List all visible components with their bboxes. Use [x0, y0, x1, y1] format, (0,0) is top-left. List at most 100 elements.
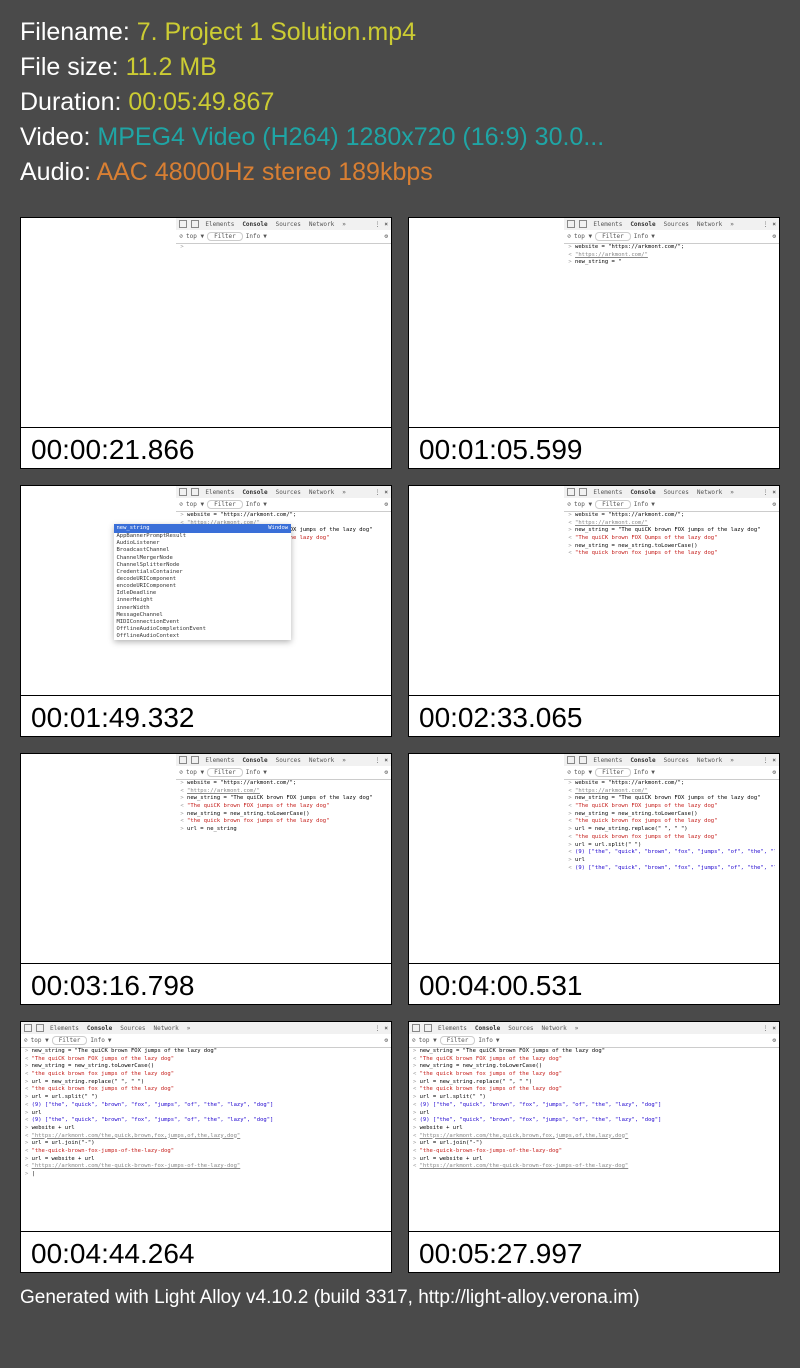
menu-icon[interactable]: ⋮: [374, 757, 380, 764]
tab-console[interactable]: Console: [240, 489, 269, 496]
level-caret-icon[interactable]: ▼: [263, 769, 267, 776]
tabs-more[interactable]: »: [728, 221, 736, 228]
level-caret-icon[interactable]: ▼: [651, 233, 655, 240]
tab-network[interactable]: Network: [307, 489, 336, 496]
inspect-icon[interactable]: [567, 756, 575, 764]
tab-sources[interactable]: Sources: [662, 221, 691, 228]
tab-sources[interactable]: Sources: [662, 757, 691, 764]
dropdown-item[interactable]: ChannelMergerNode: [114, 555, 292, 562]
filter-input[interactable]: Filter: [52, 1036, 88, 1045]
tab-elements[interactable]: Elements: [591, 489, 624, 496]
tab-sources[interactable]: Sources: [274, 489, 303, 496]
clear-icon[interactable]: ⊘: [412, 1037, 416, 1044]
filter-input[interactable]: Filter: [595, 500, 631, 509]
clear-icon[interactable]: ⊘: [567, 501, 571, 508]
context-selector[interactable]: top ▼: [186, 233, 204, 240]
console-output[interactable]: [176, 242, 391, 254]
level-caret-icon[interactable]: ▼: [263, 501, 267, 508]
close-icon[interactable]: ×: [384, 1025, 388, 1032]
clear-icon[interactable]: ⊘: [24, 1037, 28, 1044]
inspect-icon[interactable]: [179, 220, 187, 228]
gear-icon[interactable]: ⚙: [772, 769, 776, 776]
device-icon[interactable]: [191, 488, 199, 496]
close-icon[interactable]: ×: [384, 489, 388, 496]
level-selector[interactable]: Info: [246, 769, 260, 776]
filter-input[interactable]: Filter: [207, 500, 243, 509]
menu-icon[interactable]: ⋮: [374, 1025, 380, 1032]
gear-icon[interactable]: ⚙: [384, 769, 388, 776]
tabs-more[interactable]: »: [728, 489, 736, 496]
tab-sources[interactable]: Sources: [274, 757, 303, 764]
close-icon[interactable]: ×: [384, 221, 388, 228]
menu-icon[interactable]: ⋮: [762, 221, 768, 228]
tab-sources[interactable]: Sources: [506, 1025, 535, 1032]
inspect-icon[interactable]: [179, 756, 187, 764]
level-selector[interactable]: Info: [90, 1037, 104, 1044]
autocomplete-dropdown[interactable]: new_stringWindowAppBannerPromptResultAud…: [114, 524, 292, 640]
context-selector[interactable]: top ▼: [186, 501, 204, 508]
menu-icon[interactable]: ⋮: [374, 221, 380, 228]
dropdown-item[interactable]: MIDIConnectionEvent: [114, 619, 292, 626]
dropdown-item[interactable]: innerWidth: [114, 605, 292, 612]
filter-input[interactable]: Filter: [207, 232, 243, 241]
dropdown-selected[interactable]: new_string: [117, 525, 150, 532]
gear-icon[interactable]: ⚙: [772, 233, 776, 240]
console-output[interactable]: new_string = "The quiCK brown FOX jumps …: [409, 1046, 779, 1173]
close-icon[interactable]: ×: [384, 757, 388, 764]
tab-network[interactable]: Network: [695, 221, 724, 228]
inspect-icon[interactable]: [24, 1024, 32, 1032]
dropdown-item[interactable]: AppBannerPromptResult: [114, 533, 292, 540]
level-caret-icon[interactable]: ▼: [651, 501, 655, 508]
close-icon[interactable]: ×: [772, 221, 776, 228]
level-caret-icon[interactable]: ▼: [651, 769, 655, 776]
device-icon[interactable]: [424, 1024, 432, 1032]
tab-sources[interactable]: Sources: [274, 221, 303, 228]
context-selector[interactable]: top ▼: [31, 1037, 49, 1044]
tab-network[interactable]: Network: [695, 489, 724, 496]
level-selector[interactable]: Info: [246, 501, 260, 508]
tab-elements[interactable]: Elements: [203, 757, 236, 764]
device-icon[interactable]: [579, 220, 587, 228]
tab-elements[interactable]: Elements: [436, 1025, 469, 1032]
level-caret-icon[interactable]: ▼: [263, 233, 267, 240]
menu-icon[interactable]: ⋮: [374, 489, 380, 496]
dropdown-item[interactable]: encodeURIComponent: [114, 583, 292, 590]
dropdown-item[interactable]: BroadcastChannel: [114, 547, 292, 554]
tab-sources[interactable]: Sources: [118, 1025, 147, 1032]
tabs-more[interactable]: »: [340, 757, 348, 764]
gear-icon[interactable]: ⚙: [772, 1037, 776, 1044]
level-selector[interactable]: Info: [634, 233, 648, 240]
tabs-more[interactable]: »: [185, 1025, 193, 1032]
inspect-icon[interactable]: [567, 488, 575, 496]
tab-network[interactable]: Network: [695, 757, 724, 764]
context-selector[interactable]: top ▼: [186, 769, 204, 776]
tab-network[interactable]: Network: [307, 757, 336, 764]
tab-elements[interactable]: Elements: [591, 757, 624, 764]
clear-icon[interactable]: ⊘: [567, 769, 571, 776]
tab-console[interactable]: Console: [473, 1025, 502, 1032]
tab-elements[interactable]: Elements: [203, 489, 236, 496]
tab-elements[interactable]: Elements: [203, 221, 236, 228]
tab-sources[interactable]: Sources: [662, 489, 691, 496]
filter-input[interactable]: Filter: [595, 768, 631, 777]
tabs-more[interactable]: »: [340, 221, 348, 228]
console-output[interactable]: website = "https://arkmont.com/";"https:…: [176, 778, 391, 836]
tab-console[interactable]: Console: [628, 757, 657, 764]
filter-input[interactable]: Filter: [595, 232, 631, 241]
clear-icon[interactable]: ⊘: [179, 233, 183, 240]
dropdown-item[interactable]: ChannelSplitterNode: [114, 562, 292, 569]
context-selector[interactable]: top ▼: [419, 1037, 437, 1044]
clear-icon[interactable]: ⊘: [567, 233, 571, 240]
tab-elements[interactable]: Elements: [591, 221, 624, 228]
dropdown-item[interactable]: OfflineAudioCompletionEvent: [114, 626, 292, 633]
filter-input[interactable]: Filter: [440, 1036, 476, 1045]
close-icon[interactable]: ×: [772, 489, 776, 496]
inspect-icon[interactable]: [567, 220, 575, 228]
tab-console[interactable]: Console: [628, 489, 657, 496]
tab-console[interactable]: Console: [240, 221, 269, 228]
tab-console[interactable]: Console: [85, 1025, 114, 1032]
tab-console[interactable]: Console: [628, 221, 657, 228]
device-icon[interactable]: [191, 220, 199, 228]
dropdown-item[interactable]: IdleDeadline: [114, 590, 292, 597]
gear-icon[interactable]: ⚙: [384, 1037, 388, 1044]
